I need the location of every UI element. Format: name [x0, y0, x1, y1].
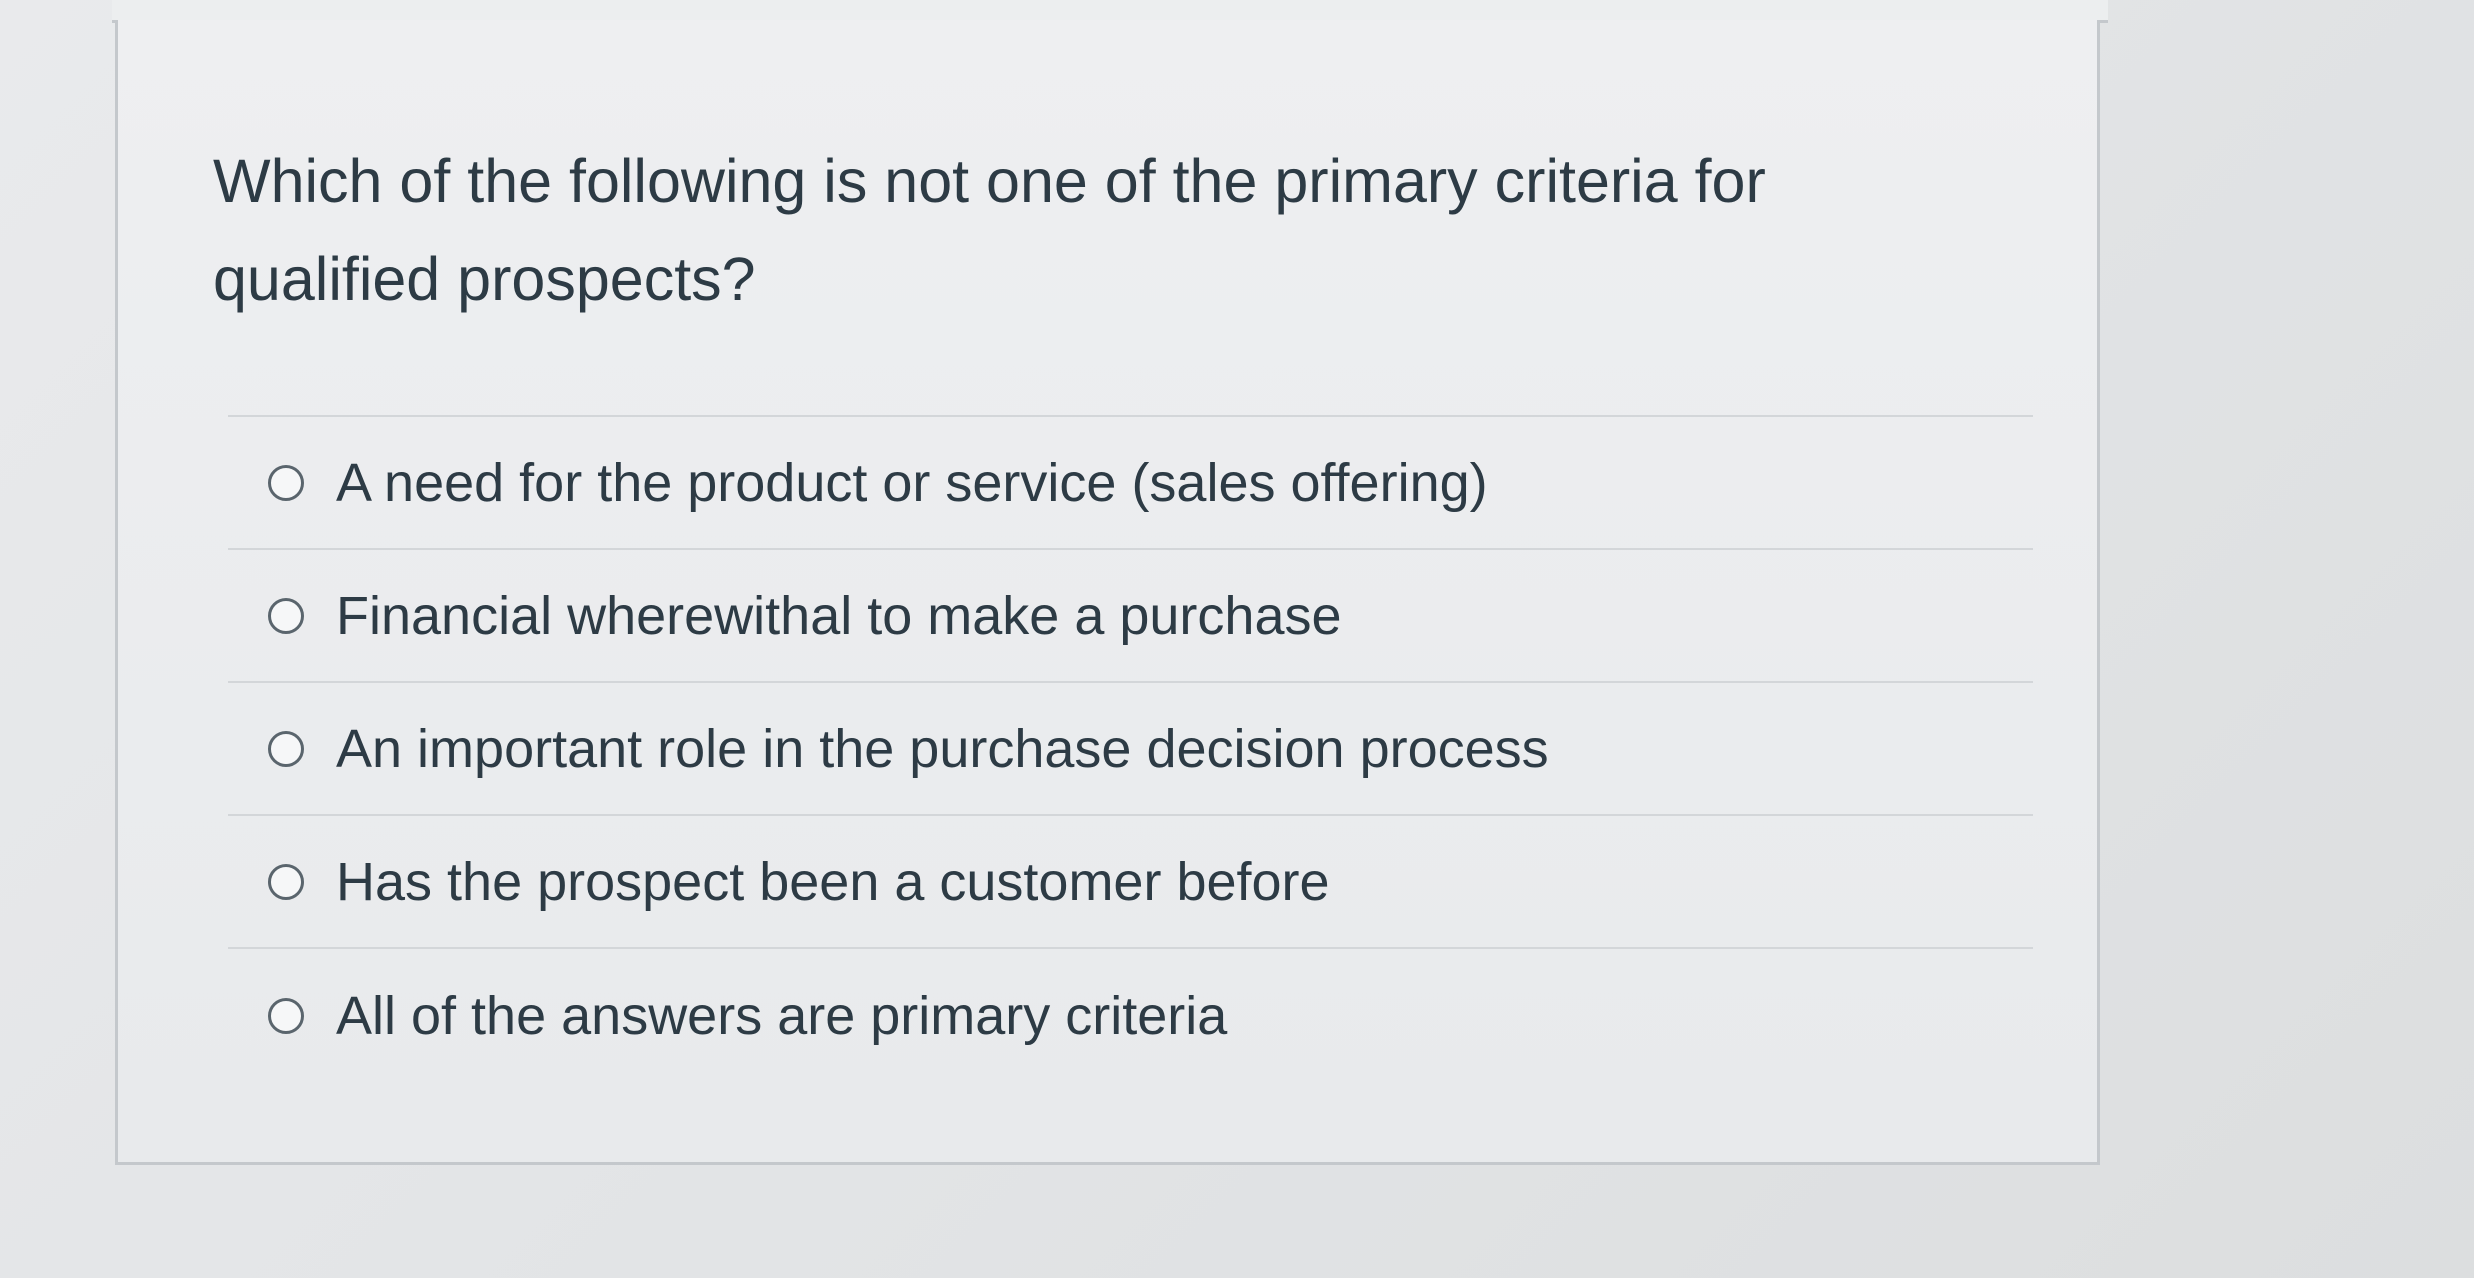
answer-list: A need for the product or service (sales… [228, 415, 2033, 1082]
answer-option[interactable]: Has the prospect been a customer before [228, 816, 2033, 949]
radio-button[interactable] [268, 464, 304, 501]
radio-button[interactable] [268, 597, 304, 634]
question-text: Which of the following is not one of the… [213, 147, 1766, 313]
answer-option[interactable]: All of the answers are primary criteria [228, 949, 2033, 1082]
question-card: Which of the following is not one of the… [115, 20, 2100, 1165]
answer-label: Financial wherewithal to make a purchase [336, 585, 1342, 646]
answer-label: A need for the product or service (sales… [336, 452, 1488, 513]
answer-label: All of the answers are primary criteria [336, 985, 1228, 1046]
answer-option[interactable]: A need for the product or service (sales… [228, 417, 2033, 550]
answer-label: An important role in the purchase decisi… [336, 718, 1549, 779]
radio-button[interactable] [268, 997, 304, 1034]
answer-option[interactable]: Financial wherewithal to make a purchase [228, 550, 2033, 683]
answer-option[interactable]: An important role in the purchase decisi… [228, 683, 2033, 816]
radio-button[interactable] [268, 863, 304, 900]
radio-button[interactable] [268, 730, 304, 767]
answer-label: Has the prospect been a customer before [336, 851, 1330, 912]
